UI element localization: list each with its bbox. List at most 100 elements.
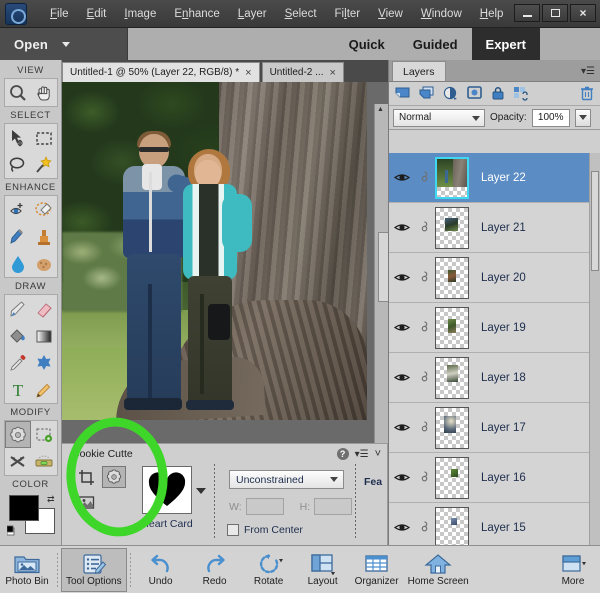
layer-visibility-toggle[interactable]: [389, 222, 415, 233]
layer-thumbnail[interactable]: [435, 406, 469, 449]
layer-visibility-toggle[interactable]: [389, 172, 415, 183]
swap-colors-icon[interactable]: ⇄: [47, 494, 55, 505]
clone-stamp-tool[interactable]: [31, 223, 57, 250]
layer-mask-icon[interactable]: [467, 86, 483, 101]
maximize-button[interactable]: [542, 4, 568, 22]
delete-layer-icon[interactable]: [580, 86, 594, 101]
layer-thumbnail[interactable]: [435, 256, 469, 299]
layer-visibility-toggle[interactable]: [389, 322, 415, 333]
layout-button[interactable]: Layout: [296, 548, 350, 592]
layers-list[interactable]: Layer 22 Layer 21 Layer 20 Layer 19 Laye…: [389, 153, 600, 545]
rectangular-marquee-tool[interactable]: [31, 124, 57, 151]
table-row[interactable]: Layer 18: [389, 353, 600, 403]
layers-scroll-thumb[interactable]: [591, 171, 599, 271]
photomerge-button[interactable]: [74, 491, 98, 513]
constraint-select[interactable]: Unconstrained: [229, 470, 344, 489]
menu-filter[interactable]: Filter: [326, 4, 370, 24]
organizer-button[interactable]: Organizer: [350, 548, 404, 592]
open-button[interactable]: Open: [0, 28, 128, 60]
duplicate-layer-icon[interactable]: [419, 86, 435, 101]
menu-file[interactable]: File: [41, 4, 78, 24]
menu-view[interactable]: View: [369, 4, 412, 24]
tool-options-button[interactable]: Tool Options: [61, 547, 127, 592]
table-row[interactable]: Layer 21: [389, 203, 600, 253]
table-row[interactable]: Layer 20: [389, 253, 600, 303]
minimize-button[interactable]: [514, 4, 540, 22]
hand-tool[interactable]: [31, 79, 57, 106]
help-icon[interactable]: ?: [336, 448, 349, 460]
table-row[interactable]: Layer 22: [389, 153, 600, 203]
layer-thumbnail[interactable]: [435, 156, 469, 199]
lasso-tool[interactable]: [5, 151, 31, 178]
table-row[interactable]: Layer 16: [389, 453, 600, 503]
chevron-down-icon[interactable]: ˅: [375, 448, 381, 460]
layer-thumbnail[interactable]: [435, 356, 469, 399]
table-row[interactable]: Layer 17: [389, 403, 600, 453]
layers-scrollbar[interactable]: [589, 153, 600, 545]
brush-tool[interactable]: [5, 295, 31, 322]
opacity-input[interactable]: 100%: [531, 108, 570, 127]
layer-visibility-toggle[interactable]: [389, 272, 415, 283]
redo-button[interactable]: Redo: [188, 548, 242, 592]
cookie-cutter-tool[interactable]: [4, 421, 31, 448]
document-tab-untitled-2[interactable]: Untitled-2 ... ×: [261, 62, 344, 82]
layer-link-icon[interactable]: [415, 220, 433, 235]
layer-link-icon[interactable]: [415, 320, 433, 335]
gradient-tool[interactable]: [31, 322, 57, 349]
pencil-tool[interactable]: [31, 376, 57, 403]
layer-thumbnail[interactable]: [435, 506, 469, 545]
crop-tool-button[interactable]: [74, 466, 98, 488]
tab-layers[interactable]: Layers: [392, 61, 446, 81]
blur-tool[interactable]: [5, 250, 31, 277]
menu-edit[interactable]: Edit: [78, 4, 116, 24]
layer-visibility-toggle[interactable]: [389, 472, 415, 483]
recompose-tool[interactable]: [31, 421, 57, 448]
menu-layer[interactable]: Layer: [229, 4, 276, 24]
tab-guided[interactable]: Guided: [398, 28, 472, 60]
move-tool[interactable]: [5, 124, 31, 151]
menu-window[interactable]: Window: [412, 4, 471, 24]
foreground-color-swatch[interactable]: [8, 495, 39, 521]
panel-menu-icon[interactable]: ▾☰: [581, 66, 595, 77]
rotate-button[interactable]: Rotate: [242, 548, 296, 592]
new-layer-icon[interactable]: [395, 86, 411, 101]
menu-select[interactable]: Select: [276, 4, 326, 24]
lock-icon[interactable]: [491, 86, 505, 101]
content-aware-move-tool[interactable]: [5, 448, 31, 475]
canvas-photo[interactable]: [62, 82, 367, 420]
more-button[interactable]: More: [546, 548, 600, 592]
from-center-checkbox[interactable]: [227, 524, 239, 536]
table-row[interactable]: Layer 15: [389, 503, 600, 545]
home-screen-button[interactable]: Home Screen: [404, 548, 473, 592]
adjustment-layer-icon[interactable]: [443, 86, 459, 101]
link-layers-icon[interactable]: [513, 86, 530, 101]
red-eye-removal-tool[interactable]: [5, 196, 31, 223]
layer-link-icon[interactable]: [415, 370, 433, 385]
smart-brush-tool[interactable]: [5, 223, 31, 250]
zoom-tool[interactable]: [5, 79, 31, 106]
shape-picker-caret-icon[interactable]: [196, 488, 206, 494]
paint-bucket-tool[interactable]: [5, 322, 31, 349]
shape-picker[interactable]: [142, 466, 192, 514]
color-swatches[interactable]: ⇄: [6, 494, 55, 537]
tab-quick[interactable]: Quick: [334, 28, 399, 60]
undo-button[interactable]: Undo: [134, 548, 188, 592]
close-icon[interactable]: ×: [329, 67, 335, 79]
layer-visibility-toggle[interactable]: [389, 422, 415, 433]
canvas-vertical-scrollbar[interactable]: ▲ ▼: [374, 104, 388, 497]
scroll-up-icon[interactable]: ▲: [377, 106, 384, 113]
custom-shape-tool[interactable]: [31, 349, 57, 376]
menu-image[interactable]: Image: [115, 4, 165, 24]
tab-expert[interactable]: Expert: [471, 28, 540, 60]
layer-link-icon[interactable]: [415, 520, 433, 535]
width-input[interactable]: [245, 498, 284, 515]
close-icon[interactable]: ×: [245, 67, 251, 79]
cookie-cutter-button[interactable]: [102, 466, 126, 488]
default-colors-icon[interactable]: [6, 525, 19, 537]
sponge-tool[interactable]: [31, 250, 57, 277]
from-center-row[interactable]: From Center: [227, 524, 303, 536]
layer-thumbnail[interactable]: [435, 306, 469, 349]
layer-link-icon[interactable]: [415, 470, 433, 485]
spot-healing-brush-tool[interactable]: [31, 196, 57, 223]
straighten-tool[interactable]: [31, 448, 57, 475]
